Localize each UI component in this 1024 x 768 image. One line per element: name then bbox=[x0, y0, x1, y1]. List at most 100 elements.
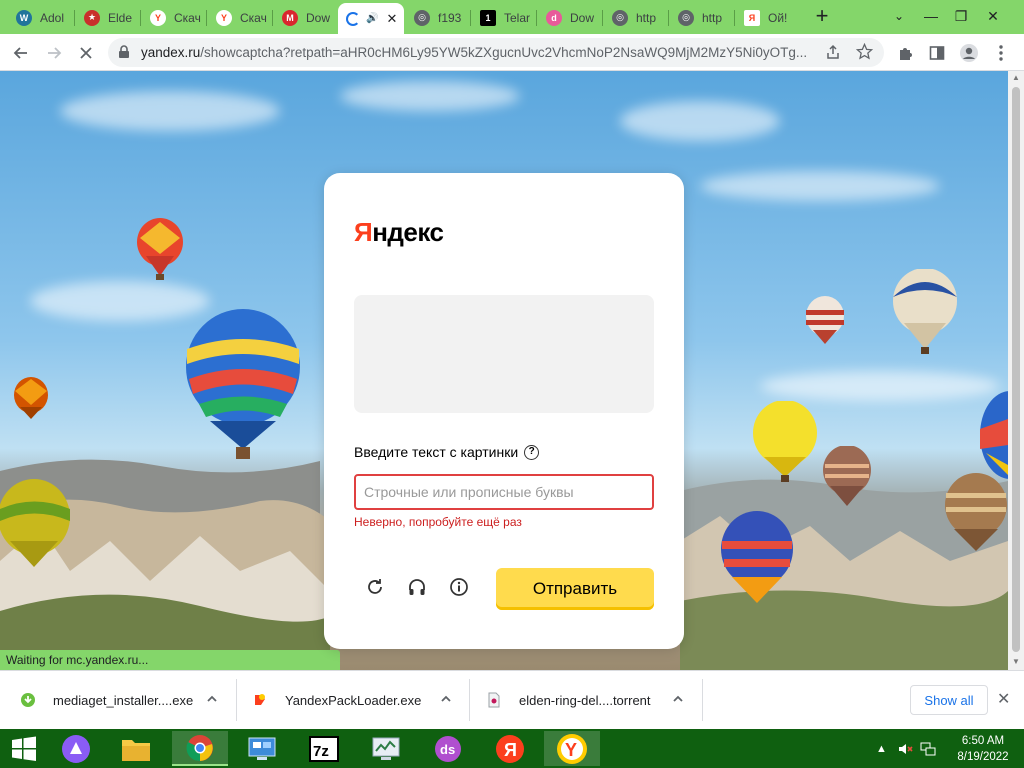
file-explorer-button[interactable] bbox=[108, 731, 164, 766]
download-item[interactable]: elden-ring-del....torrent bbox=[486, 671, 696, 729]
page-scrollbar[interactable]: ▲ ▼ bbox=[1008, 71, 1024, 670]
maximize-button[interactable]: ❐ bbox=[946, 2, 976, 30]
yandex-logo[interactable]: Яндекс bbox=[354, 217, 444, 248]
captcha-answer-input[interactable] bbox=[354, 474, 654, 510]
scroll-down-arrow[interactable]: ▼ bbox=[1012, 657, 1020, 666]
system-monitor-button[interactable] bbox=[358, 731, 414, 766]
mediaget-icon bbox=[21, 693, 35, 707]
network-icon[interactable] bbox=[920, 729, 936, 768]
download-item[interactable]: mediaget_installer....exe bbox=[20, 671, 230, 729]
more-vertical-icon bbox=[999, 45, 1003, 61]
info-button[interactable] bbox=[447, 575, 471, 599]
tab-2[interactable]: ★ Elde bbox=[76, 3, 138, 32]
system-clock[interactable]: 6:50 AM 8/19/2022 bbox=[948, 733, 1018, 765]
svg-text:7z: 7z bbox=[313, 743, 329, 760]
alice-icon bbox=[62, 734, 90, 763]
chevron-up-icon[interactable] bbox=[206, 693, 218, 705]
close-window-button[interactable]: ✕ bbox=[978, 2, 1008, 30]
tab-8[interactable]: 1 Telar bbox=[472, 3, 534, 32]
tab-9[interactable]: d Dow bbox=[538, 3, 600, 32]
tab-1[interactable]: W Adol bbox=[8, 3, 70, 32]
tab-label: Elde bbox=[108, 10, 133, 25]
yandex-browser-button[interactable]: Y bbox=[544, 731, 600, 766]
tab-11[interactable]: ◎ http bbox=[670, 3, 732, 32]
mega-icon: M bbox=[282, 9, 298, 26]
stop-loading-button[interactable] bbox=[73, 40, 99, 66]
submit-button[interactable]: Отправить bbox=[496, 568, 654, 610]
volume-muted-icon[interactable] bbox=[898, 729, 914, 768]
lock-icon[interactable] bbox=[118, 45, 130, 59]
prompt-text: Введите текст с картинки bbox=[354, 444, 519, 460]
download-item[interactable]: YandexPackLoader.exe bbox=[252, 671, 462, 729]
tab-separator bbox=[206, 10, 207, 26]
logo-letter: Я bbox=[354, 217, 373, 247]
url-text[interactable]: yandex.ru/showcaptcha?retpath=aHR0cHM6Ly… bbox=[141, 45, 821, 60]
profile-button[interactable] bbox=[956, 40, 982, 66]
minimize-button[interactable]: — bbox=[916, 2, 946, 30]
alice-button[interactable] bbox=[48, 731, 104, 766]
share-icon[interactable] bbox=[825, 44, 841, 60]
chrome-button[interactable] bbox=[172, 731, 228, 766]
show-hidden-icons-button[interactable]: ▲ bbox=[876, 729, 887, 768]
menu-button[interactable] bbox=[988, 40, 1014, 66]
refresh-icon bbox=[368, 579, 382, 594]
tab-separator bbox=[734, 10, 735, 26]
chevron-up-icon[interactable] bbox=[440, 693, 452, 705]
yandex-browser-icon: Y bbox=[557, 733, 587, 764]
clock-date: 8/19/2022 bbox=[957, 751, 1009, 763]
close-icon bbox=[80, 47, 92, 59]
scroll-thumb[interactable] bbox=[1012, 87, 1020, 652]
tab-separator bbox=[470, 10, 471, 26]
scroll-up-arrow[interactable]: ▲ bbox=[1012, 73, 1020, 82]
error-message: Неверно, попробуйте ещё раз bbox=[354, 515, 522, 529]
yandex-button[interactable]: Я bbox=[482, 731, 538, 766]
start-button[interactable] bbox=[0, 731, 48, 766]
address-bar[interactable]: yandex.ru/showcaptcha?retpath=aHR0cHM6Ly… bbox=[108, 38, 884, 67]
tab-separator bbox=[140, 10, 141, 26]
extensions-button[interactable] bbox=[893, 40, 919, 66]
ds-app-button[interactable]: ds bbox=[420, 731, 476, 766]
chevron-up-icon[interactable] bbox=[672, 693, 684, 705]
hot-air-balloon bbox=[0, 479, 70, 567]
avatar-icon bbox=[960, 44, 978, 62]
forward-button[interactable] bbox=[41, 40, 67, 66]
tab-12[interactable]: Я Ой! bbox=[736, 3, 798, 32]
download-filename: elden-ring-del....torrent bbox=[519, 692, 651, 708]
hot-air-balloon bbox=[137, 218, 183, 280]
control-panel-button[interactable] bbox=[234, 731, 290, 766]
audio-playing-icon[interactable]: 🔊 bbox=[366, 13, 378, 24]
back-button[interactable] bbox=[8, 40, 34, 66]
hot-air-balloon bbox=[893, 269, 957, 354]
tab-separator bbox=[74, 10, 75, 26]
captcha-image bbox=[354, 295, 654, 413]
control-panel-icon bbox=[248, 737, 276, 760]
tab-3[interactable]: Y Скач bbox=[142, 3, 204, 32]
download-site-icon: d bbox=[546, 9, 562, 26]
7zip-button[interactable]: 7z bbox=[296, 731, 352, 766]
yandex-ya-icon: Я bbox=[744, 9, 760, 26]
audio-captcha-button[interactable] bbox=[405, 575, 429, 599]
tab-4[interactable]: Y Скач bbox=[208, 3, 270, 32]
clock-time: 6:50 AM bbox=[961, 735, 1005, 747]
show-all-downloads-button[interactable]: Show all bbox=[910, 685, 988, 715]
cloud bbox=[760, 371, 1000, 401]
divider bbox=[469, 679, 470, 721]
cloud bbox=[60, 91, 280, 131]
close-shelf-icon[interactable]: ✕ bbox=[997, 689, 1010, 709]
cloud bbox=[340, 81, 520, 111]
hot-air-balloon bbox=[945, 473, 1007, 551]
tab-search-button[interactable]: ⌄ bbox=[884, 2, 914, 30]
new-tab-button[interactable]: + bbox=[810, 5, 834, 29]
tab-10[interactable]: ◎ http bbox=[604, 3, 666, 32]
close-tab-icon[interactable]: ✕ bbox=[386, 11, 397, 27]
help-icon[interactable]: ? bbox=[524, 444, 540, 460]
refresh-captcha-button[interactable] bbox=[363, 575, 387, 599]
bookmark-star-icon[interactable] bbox=[856, 43, 873, 60]
side-panel-button[interactable] bbox=[924, 40, 950, 66]
arrow-left-icon bbox=[13, 47, 27, 59]
tab-5[interactable]: M Dow bbox=[274, 3, 336, 32]
tab-7[interactable]: ◎ f193 bbox=[406, 3, 468, 32]
hot-air-balloon bbox=[186, 309, 300, 459]
globe-icon: ◎ bbox=[678, 9, 694, 26]
tab-active[interactable]: 🔊 ✕ bbox=[338, 3, 404, 34]
